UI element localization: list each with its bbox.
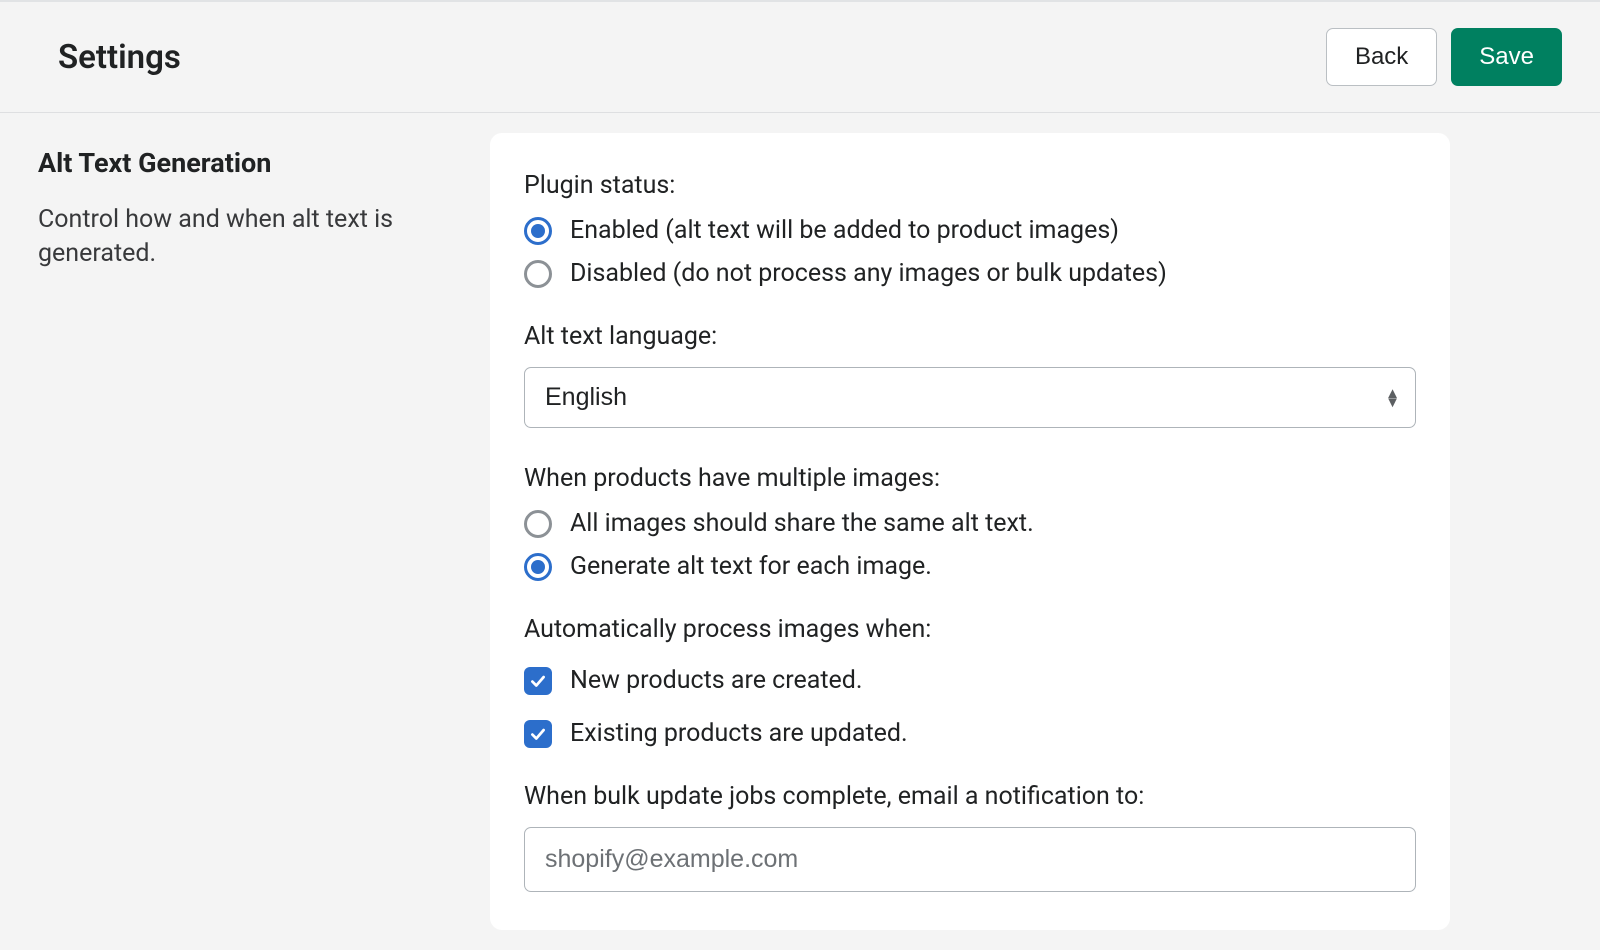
radio-plugin-disabled[interactable]: Disabled (do not process any images or b… bbox=[524, 259, 1416, 288]
checkbox-new-products[interactable]: New products are created. bbox=[524, 666, 1416, 695]
language-group: Alt text language: English ▲▼ bbox=[524, 322, 1416, 428]
checkbox-checked-icon bbox=[524, 720, 552, 748]
page-title: Settings bbox=[58, 38, 181, 77]
section-title: Alt Text Generation bbox=[38, 147, 450, 179]
radio-multi-same[interactable]: All images should share the same alt tex… bbox=[524, 509, 1416, 538]
radio-icon bbox=[524, 260, 552, 288]
auto-process-label: Automatically process images when: bbox=[524, 615, 1416, 644]
radio-label: Enabled (alt text will be added to produ… bbox=[570, 216, 1119, 245]
header-actions: Back Save bbox=[1326, 28, 1562, 86]
section-description: Control how and when alt text is generat… bbox=[38, 203, 450, 271]
checkbox-checked-icon bbox=[524, 667, 552, 695]
radio-label: Generate alt text for each image. bbox=[570, 552, 932, 581]
radio-label: Disabled (do not process any images or b… bbox=[570, 259, 1167, 288]
notification-group: When bulk update jobs complete, email a … bbox=[524, 782, 1416, 892]
save-button[interactable]: Save bbox=[1451, 28, 1562, 86]
page-header: Settings Back Save bbox=[0, 2, 1600, 113]
radio-plugin-enabled[interactable]: Enabled (alt text will be added to produ… bbox=[524, 216, 1416, 245]
radio-icon bbox=[524, 553, 552, 581]
multi-image-label: When products have multiple images: bbox=[524, 464, 1416, 493]
notification-label: When bulk update jobs complete, email a … bbox=[524, 782, 1416, 811]
content-area: Alt Text Generation Control how and when… bbox=[0, 113, 1600, 950]
radio-icon bbox=[524, 510, 552, 538]
checkbox-label: New products are created. bbox=[570, 666, 862, 695]
checkbox-label: Existing products are updated. bbox=[570, 719, 908, 748]
back-button[interactable]: Back bbox=[1326, 28, 1437, 86]
auto-process-group: Automatically process images when: New p… bbox=[524, 615, 1416, 748]
radio-icon bbox=[524, 217, 552, 245]
language-select[interactable]: English bbox=[524, 367, 1416, 428]
multi-image-group: When products have multiple images: All … bbox=[524, 464, 1416, 581]
radio-label: All images should share the same alt tex… bbox=[570, 509, 1034, 538]
checkbox-existing-products[interactable]: Existing products are updated. bbox=[524, 719, 1416, 748]
plugin-status-group: Plugin status: Enabled (alt text will be… bbox=[524, 171, 1416, 288]
settings-card: Plugin status: Enabled (alt text will be… bbox=[490, 133, 1450, 930]
plugin-status-label: Plugin status: bbox=[524, 171, 1416, 200]
radio-multi-each[interactable]: Generate alt text for each image. bbox=[524, 552, 1416, 581]
notification-email-field[interactable] bbox=[524, 827, 1416, 892]
language-label: Alt text language: bbox=[524, 322, 1416, 351]
section-sidebar: Alt Text Generation Control how and when… bbox=[38, 133, 450, 930]
